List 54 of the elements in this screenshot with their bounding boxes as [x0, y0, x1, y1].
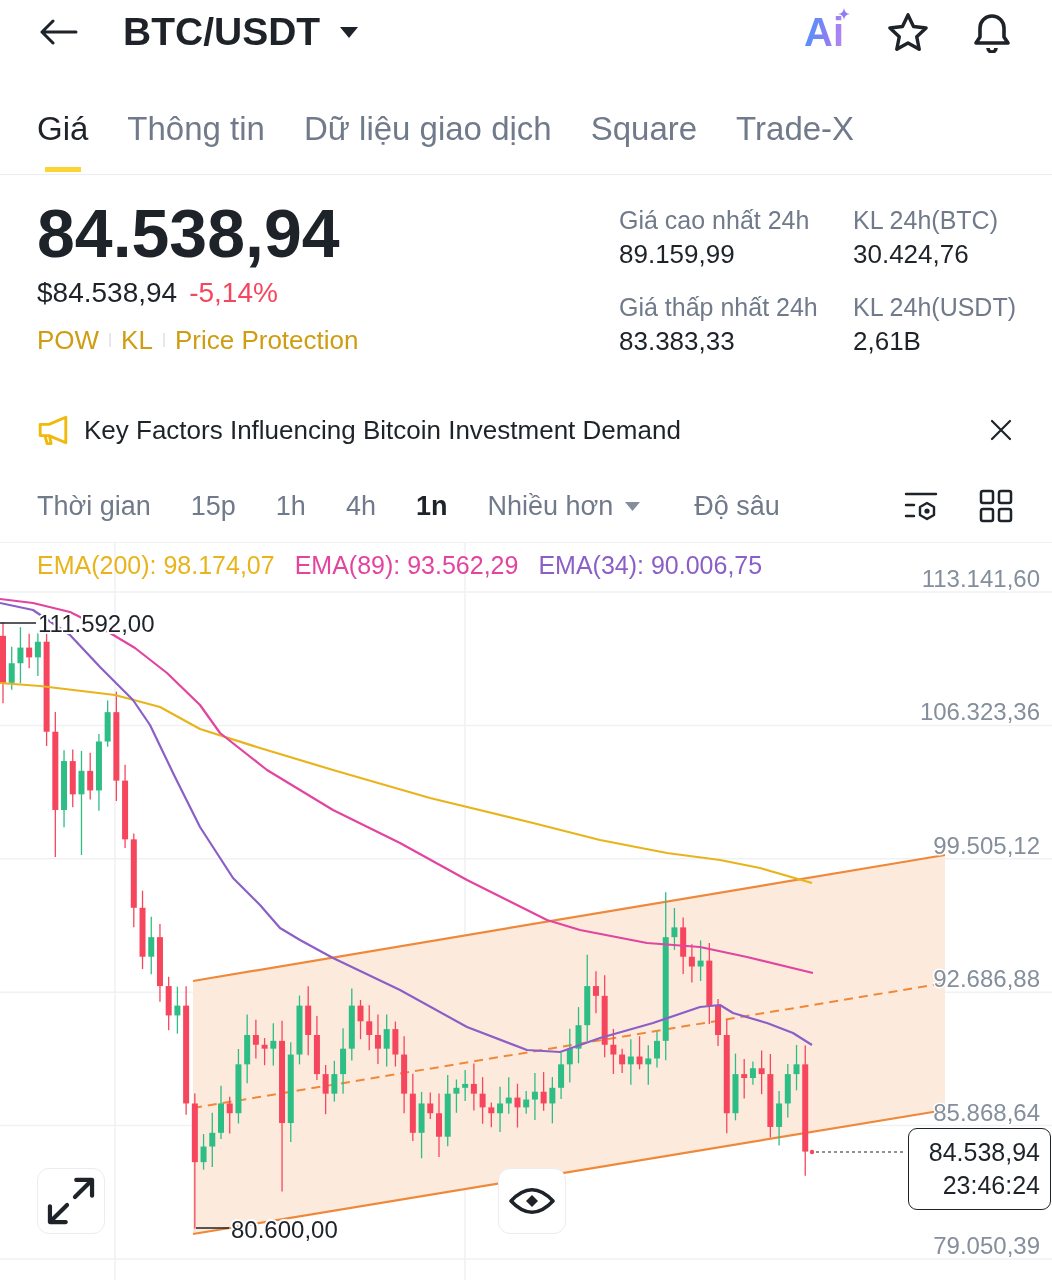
price-axis-label: 79.050,39: [933, 1232, 1040, 1259]
caret-icon: [625, 501, 641, 511]
tab[interactable]: Dữ liệu giao dịch: [303, 104, 552, 172]
price-change: -5,14%: [189, 276, 278, 310]
stat-value: 83.383,33: [619, 325, 735, 358]
grid-icon[interactable]: [979, 489, 1013, 523]
price-axis-label: 92.686,88: [933, 965, 1040, 993]
interval-tab[interactable]: Độ sâu: [694, 489, 780, 523]
eye-icon: [508, 1186, 556, 1216]
indicator-value: EMA(200): 98.174,07: [37, 550, 275, 580]
diagonal-arrows-icon: [46, 1176, 96, 1226]
news-headline[interactable]: Key Factors Influencing Bitcoin Investment Demand: [84, 413, 990, 447]
stat-label: Giá thấp nhất 24h: [619, 292, 818, 323]
price-axis-label: 85.868,64: [933, 1098, 1040, 1126]
price-marker-line: [195, 1227, 230, 1229]
caret-icon: [340, 26, 359, 38]
countdown-timer: 23:46:24: [942, 1170, 1040, 1201]
interval-tab[interactable]: 1h: [275, 489, 306, 523]
stat-value: 2,61B: [853, 325, 921, 358]
price-axis-label: 113.141,60: [921, 565, 1040, 592]
expand-button[interactable]: [37, 1168, 105, 1234]
price-axis-label: 106.323,36: [919, 698, 1040, 726]
stat-label: KL 24h(BTC): [853, 205, 998, 236]
interval-tab[interactable]: 15p: [190, 489, 236, 523]
stat-label: Giá cao nhất 24h: [619, 205, 810, 236]
back-arrow-icon[interactable]: [40, 19, 78, 45]
low-price-label: 80.600,00: [231, 1216, 338, 1243]
last-price-value: 84.538,94: [928, 1137, 1040, 1168]
stat-label: KL 24h(USDT): [853, 292, 1016, 323]
star-icon[interactable]: [888, 13, 928, 51]
interval-tab[interactable]: 4h: [345, 489, 376, 523]
pair-selector[interactable]: BTC/USDT: [123, 9, 359, 55]
price-marker-line: [0, 622, 37, 624]
interval-tab[interactable]: Thời gian: [37, 489, 151, 523]
lines-hexagon-icon[interactable]: [903, 491, 939, 521]
indicator-value: EMA(89): 93.562,29: [294, 550, 519, 580]
megaphone-icon: [37, 414, 69, 446]
more-intervals-button[interactable]: Nhiều hơn: [487, 489, 641, 523]
tag-link[interactable]: KL: [121, 323, 153, 357]
indicator-value: EMA(34): 90.006,75: [538, 550, 763, 580]
last-price: 84.538,94: [37, 194, 340, 273]
stat-value: 30.424,76: [853, 238, 969, 271]
tab[interactable]: Square: [590, 104, 698, 172]
visibility-button[interactable]: [498, 1168, 566, 1234]
tag-link[interactable]: Price Protection: [174, 323, 359, 357]
usd-price: $84.538,94: [37, 276, 178, 310]
close-icon[interactable]: [990, 419, 1012, 441]
bell-icon[interactable]: [972, 11, 1012, 53]
stat-value: 89.159,99: [619, 238, 735, 271]
tab[interactable]: Trade-X: [736, 104, 855, 172]
price-axis-label: 99.505,12: [933, 831, 1040, 859]
interval-tab[interactable]: 1n: [415, 489, 448, 523]
tag-link[interactable]: POW: [37, 323, 100, 357]
tab[interactable]: Thông tin: [127, 104, 265, 172]
